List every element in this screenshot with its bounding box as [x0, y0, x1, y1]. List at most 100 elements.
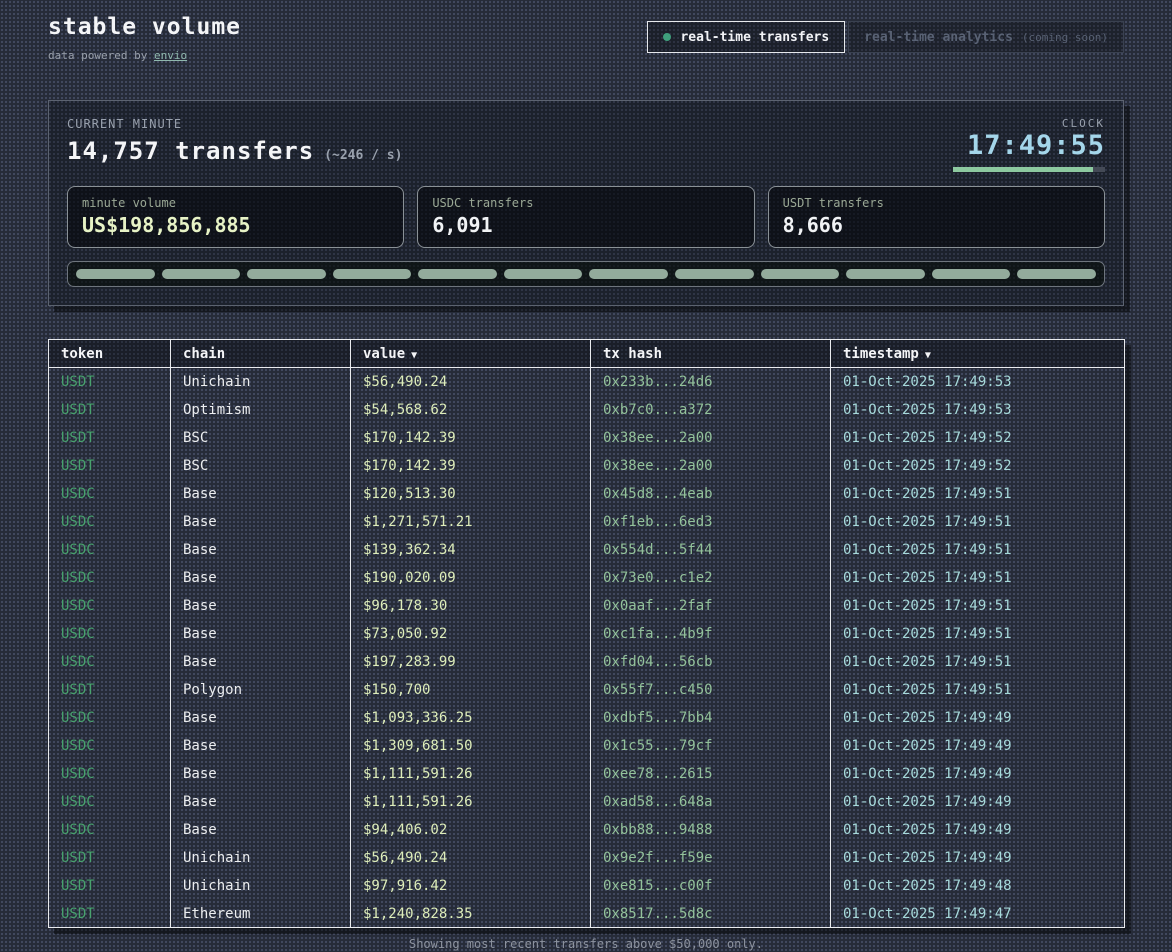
tab-suffix: (coming soon)	[1022, 31, 1108, 44]
minute-progress-fill	[953, 167, 1093, 172]
table-row: USDCBase$94,406.020xbb88...948801-Oct-20…	[49, 816, 1125, 844]
cell-chain: BSC	[171, 452, 351, 480]
table-row: USDTUnichain$97,916.420xe815...c00f01-Oc…	[49, 872, 1125, 900]
cell-token: USDC	[49, 508, 171, 536]
table-row: USDTUnichain$56,490.240x233b...24d601-Oc…	[49, 368, 1125, 396]
cell-tx-hash[interactable]: 0x38ee...2a00	[591, 452, 831, 480]
cell-tx-hash[interactable]: 0xee78...2615	[591, 760, 831, 788]
table-row: USDCBase$197,283.990xfd04...56cb01-Oct-2…	[49, 648, 1125, 676]
cell-tx-hash[interactable]: 0xf1eb...6ed3	[591, 508, 831, 536]
cell-chain: Base	[171, 732, 351, 760]
tab-real-time-transfers[interactable]: real-time transfers	[647, 21, 845, 53]
column-header-timestamp[interactable]: timestamp ▼	[831, 340, 1125, 368]
cell-token: USDT	[49, 424, 171, 452]
table-row: USDCBase$120,513.300x45d8...4eab01-Oct-2…	[49, 480, 1125, 508]
cell-tx-hash[interactable]: 0x0aaf...2faf	[591, 592, 831, 620]
cell-timestamp: 01-Oct-2025 17:49:51	[831, 564, 1125, 592]
cell-token: USDC	[49, 480, 171, 508]
table-row: USDTBSC$170,142.390x38ee...2a0001-Oct-20…	[49, 452, 1125, 480]
cell-tx-hash[interactable]: 0x9e2f...f59e	[591, 844, 831, 872]
cell-tx-hash[interactable]: 0x1c55...79cf	[591, 732, 831, 760]
cell-timestamp: 01-Oct-2025 17:49:49	[831, 788, 1125, 816]
cell-timestamp: 01-Oct-2025 17:49:47	[831, 900, 1125, 928]
column-header-chain[interactable]: chain	[171, 340, 351, 368]
stat-card-USDT-transfers: USDT transfers8,666	[768, 186, 1105, 248]
cell-timestamp: 01-Oct-2025 17:49:49	[831, 816, 1125, 844]
cell-tx-hash[interactable]: 0xdbf5...7bb4	[591, 704, 831, 732]
envio-link[interactable]: envio	[154, 49, 187, 62]
transfers-headline: 14,757 transfers (~246 / s)	[67, 137, 402, 165]
cell-value: $190,020.09	[351, 564, 591, 592]
column-header-value[interactable]: value▼	[351, 340, 591, 368]
volume-segment	[846, 269, 925, 279]
column-label: chain	[183, 346, 225, 362]
cell-timestamp: 01-Oct-2025 17:49:51	[831, 536, 1125, 564]
cell-timestamp: 01-Oct-2025 17:49:51	[831, 480, 1125, 508]
transfers-count: 14,757 transfers	[67, 137, 314, 165]
cell-chain: Base	[171, 788, 351, 816]
stat-card-label: USDT transfers	[783, 196, 1090, 210]
cell-chain: Ethereum	[171, 900, 351, 928]
clock-block: CLOCK 17:49:55	[953, 117, 1105, 172]
cell-token: USDT	[49, 676, 171, 704]
cell-token: USDT	[49, 396, 171, 424]
cell-timestamp: 01-Oct-2025 17:49:51	[831, 592, 1125, 620]
cell-tx-hash[interactable]: 0xad58...648a	[591, 788, 831, 816]
cell-chain: Base	[171, 508, 351, 536]
cell-tx-hash[interactable]: 0x8517...5d8c	[591, 900, 831, 928]
cell-value: $96,178.30	[351, 592, 591, 620]
cell-value: $54,568.62	[351, 396, 591, 424]
column-label: value	[363, 346, 405, 362]
powered-by: data powered by envio	[48, 49, 241, 62]
table-row: USDCBase$1,111,591.260xad58...648a01-Oct…	[49, 788, 1125, 816]
cell-tx-hash[interactable]: 0xfd04...56cb	[591, 648, 831, 676]
table-row: USDTPolygon$150,7000x55f7...c45001-Oct-2…	[49, 676, 1125, 704]
table-row: USDCBase$1,093,336.250xdbf5...7bb401-Oct…	[49, 704, 1125, 732]
table-row: USDTUnichain$56,490.240x9e2f...f59e01-Oc…	[49, 844, 1125, 872]
volume-segment	[333, 269, 412, 279]
sort-descending-icon: ▼	[925, 350, 931, 361]
cell-token: USDT	[49, 900, 171, 928]
column-label: timestamp	[843, 346, 919, 362]
cell-token: USDC	[49, 704, 171, 732]
cell-value: $56,490.24	[351, 368, 591, 396]
cell-tx-hash[interactable]: 0x554d...5f44	[591, 536, 831, 564]
cell-tx-hash[interactable]: 0x38ee...2a00	[591, 424, 831, 452]
cell-tx-hash[interactable]: 0xc1fa...4b9f	[591, 620, 831, 648]
volume-segment	[932, 269, 1011, 279]
cell-tx-hash[interactable]: 0xbb88...9488	[591, 816, 831, 844]
stat-card-minute-volume: minute volumeUS$198,856,885	[67, 186, 404, 248]
cell-chain: Unichain	[171, 368, 351, 396]
cell-timestamp: 01-Oct-2025 17:49:51	[831, 508, 1125, 536]
table-header: token chain value▼tx hash timestamp ▼	[49, 340, 1125, 368]
table-row: USDTEthereum$1,240,828.350x8517...5d8c01…	[49, 900, 1125, 928]
cell-token: USDT	[49, 452, 171, 480]
cell-token: USDT	[49, 368, 171, 396]
tab-real-time-analytics[interactable]: real-time analytics(coming soon)	[848, 21, 1124, 53]
cell-timestamp: 01-Oct-2025 17:49:49	[831, 732, 1125, 760]
column-header-token[interactable]: token	[49, 340, 171, 368]
cell-value: $56,490.24	[351, 844, 591, 872]
cell-timestamp: 01-Oct-2025 17:49:52	[831, 424, 1125, 452]
cell-chain: Base	[171, 620, 351, 648]
cell-tx-hash[interactable]: 0xe815...c00f	[591, 872, 831, 900]
cell-chain: Unichain	[171, 844, 351, 872]
cell-value: $1,271,571.21	[351, 508, 591, 536]
cell-value: $120,513.30	[351, 480, 591, 508]
cell-tx-hash[interactable]: 0x55f7...c450	[591, 676, 831, 704]
cell-tx-hash[interactable]: 0x233b...24d6	[591, 368, 831, 396]
cell-chain: BSC	[171, 424, 351, 452]
cell-tx-hash[interactable]: 0xb7c0...a372	[591, 396, 831, 424]
cell-value: $94,406.02	[351, 816, 591, 844]
cell-tx-hash[interactable]: 0x73e0...c1e2	[591, 564, 831, 592]
table-row: USDTBSC$170,142.390x38ee...2a0001-Oct-20…	[49, 424, 1125, 452]
cell-token: USDC	[49, 564, 171, 592]
powered-by-text: data powered by	[48, 49, 154, 62]
stat-cards: minute volumeUS$198,856,885USDC transfer…	[67, 186, 1105, 248]
cell-chain: Base	[171, 816, 351, 844]
volume-segment	[675, 269, 754, 279]
table-header-row: token chain value▼tx hash timestamp ▼	[49, 340, 1125, 368]
stat-card-USDC-transfers: USDC transfers6,091	[417, 186, 754, 248]
cell-tx-hash[interactable]: 0x45d8...4eab	[591, 480, 831, 508]
column-header-tx-hash[interactable]: tx hash	[591, 340, 831, 368]
